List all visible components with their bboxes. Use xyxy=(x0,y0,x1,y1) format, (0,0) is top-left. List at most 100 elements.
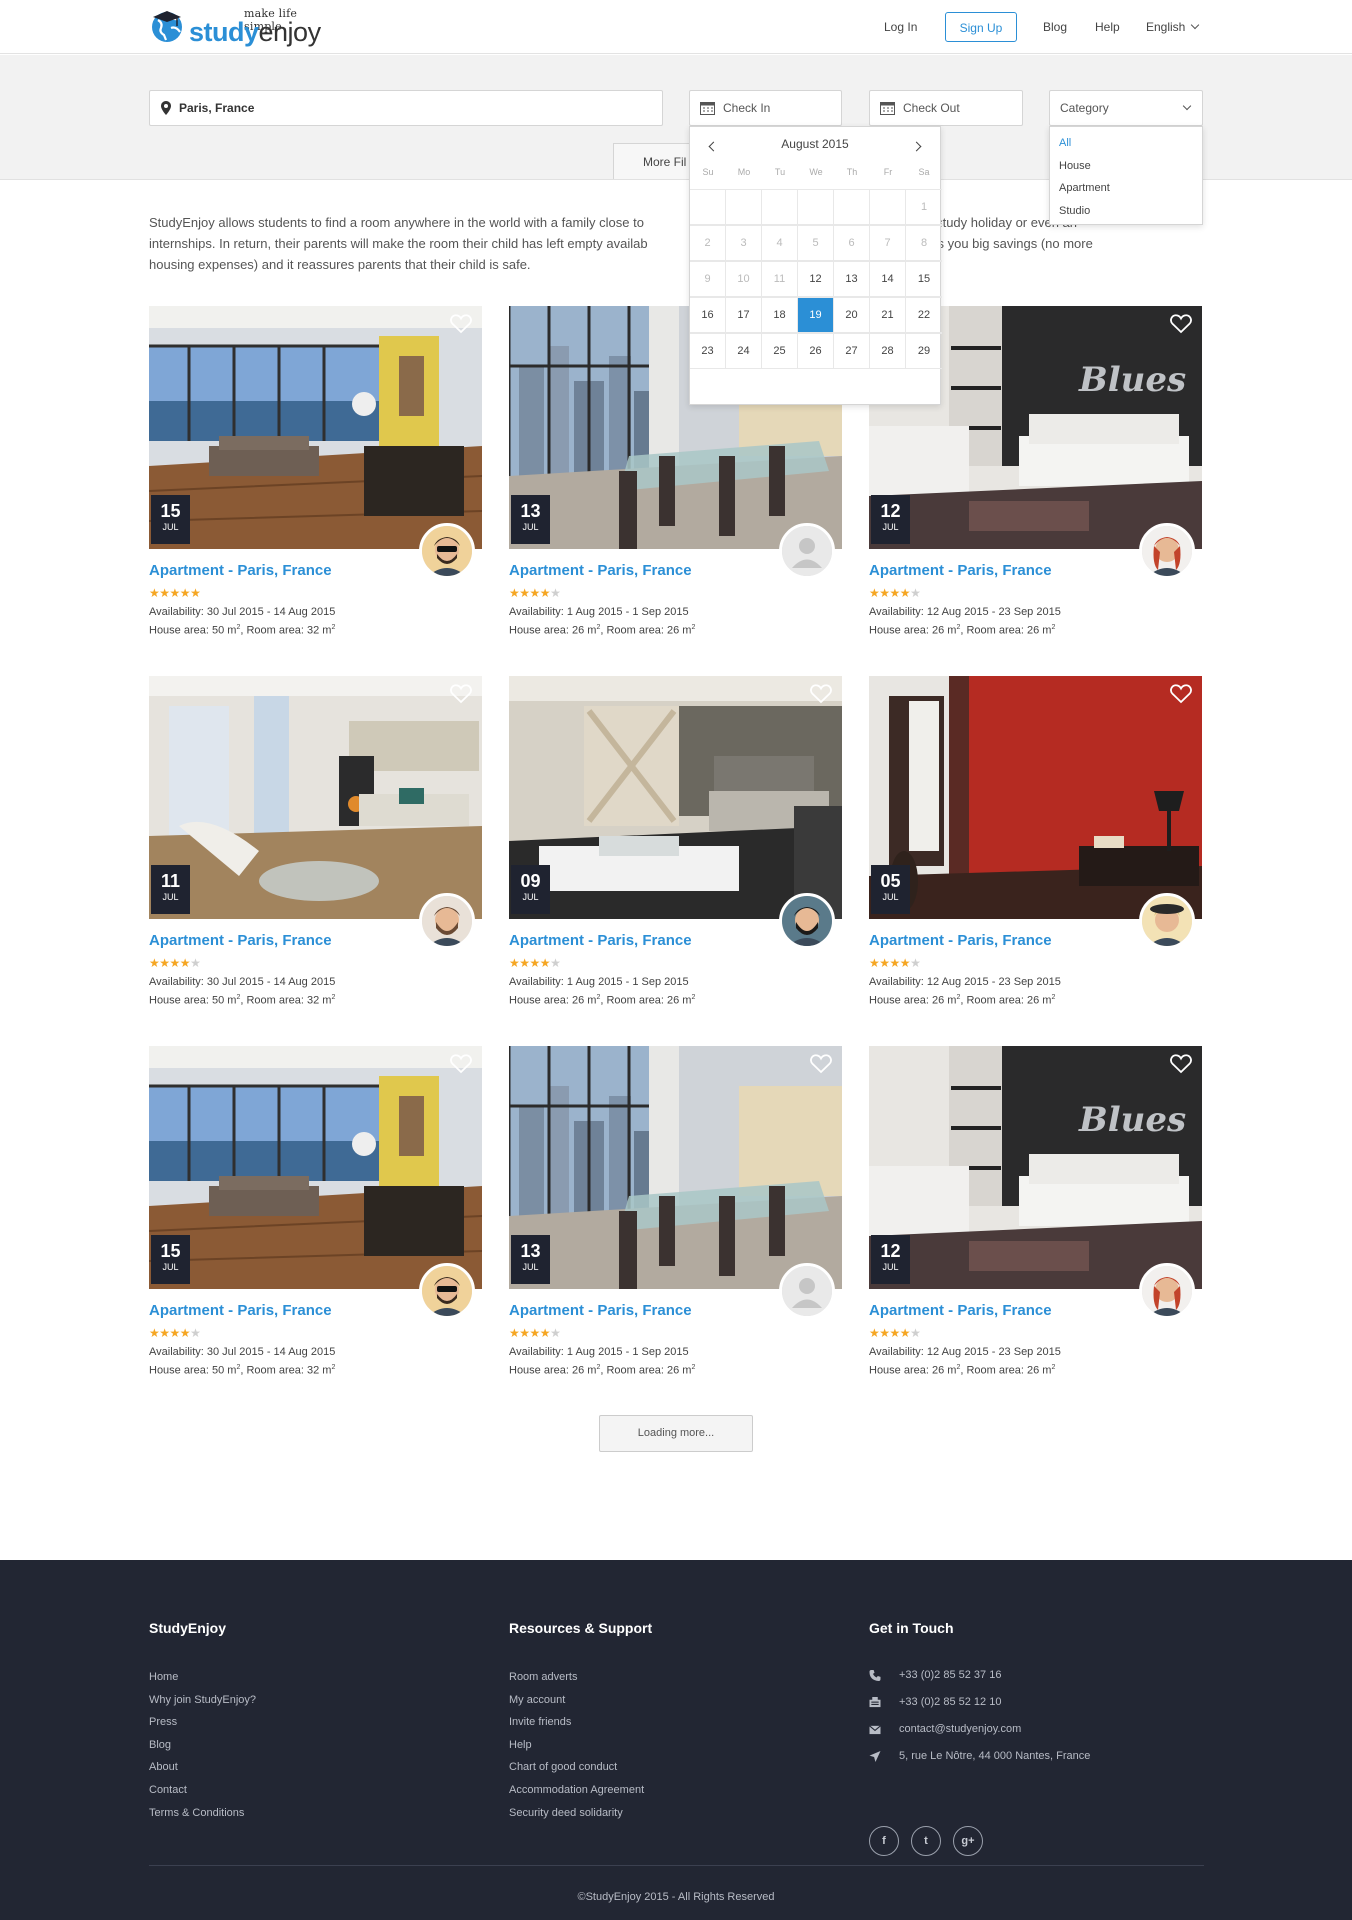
listing-photo[interactable]: Blues xyxy=(869,1046,1202,1289)
listing-photo[interactable] xyxy=(509,1046,842,1289)
calendar-day[interactable]: 27 xyxy=(834,333,870,369)
footer-email[interactable]: contact@studyenjoy.com xyxy=(869,1716,1204,1743)
calendar-day[interactable]: 20 xyxy=(834,297,870,333)
listing-title[interactable]: Apartment - Paris, France xyxy=(149,1302,332,1319)
listing-photo[interactable] xyxy=(509,676,842,919)
category-option-studio[interactable]: Studio xyxy=(1050,200,1202,223)
date-month: JUL xyxy=(882,522,899,532)
footer-link[interactable]: Accommodation Agreement xyxy=(509,1779,652,1802)
date-day: 15 xyxy=(160,501,181,521)
host-avatar[interactable] xyxy=(1139,523,1195,579)
host-avatar[interactable] xyxy=(419,1263,475,1319)
google-plus-icon[interactable]: g+ xyxy=(953,1826,983,1856)
signup-button[interactable]: Sign Up xyxy=(945,12,1017,42)
load-more-button[interactable]: Loading more... xyxy=(599,1415,753,1452)
blog-link[interactable]: Blog xyxy=(1043,12,1067,42)
host-avatar[interactable] xyxy=(779,893,835,949)
listing-title[interactable]: Apartment - Paris, France xyxy=(869,562,1052,579)
login-link[interactable]: Log In xyxy=(884,12,917,42)
footer-link[interactable]: Press xyxy=(149,1711,256,1734)
heart-icon[interactable] xyxy=(810,684,832,704)
twitter-icon[interactable]: t xyxy=(911,1826,941,1856)
calendar-day[interactable]: 16 xyxy=(690,297,726,333)
calendar-day[interactable]: 15 xyxy=(906,261,942,297)
heart-icon[interactable] xyxy=(810,1054,832,1074)
footer-link[interactable]: Room adverts xyxy=(509,1666,652,1689)
listing-card[interactable]: 15 JUL Apartment - Paris, France ★★★★★ A… xyxy=(149,306,482,651)
footer-link[interactable]: Chart of good conduct xyxy=(509,1756,652,1779)
listing-photo[interactable] xyxy=(149,306,482,549)
footer-address: 5, rue Le Nôtre, 44 000 Nantes, France xyxy=(869,1743,1204,1770)
heart-icon[interactable] xyxy=(1170,1054,1192,1074)
listing-card[interactable]: 09 JUL Apartment - Paris, France ★★★★★ A… xyxy=(509,676,842,1021)
footer-link[interactable]: Blog xyxy=(149,1734,256,1757)
footer-link[interactable]: Security deed solidarity xyxy=(509,1802,652,1825)
listing-title[interactable]: Apartment - Paris, France xyxy=(509,562,692,579)
host-avatar[interactable] xyxy=(779,1263,835,1319)
calendar-day[interactable]: 12 xyxy=(798,261,834,297)
heart-icon[interactable] xyxy=(1170,684,1192,704)
listing-card[interactable]: Blues 12 JUL Apartment - Paris, France ★… xyxy=(869,1046,1202,1391)
star-icon: ★ xyxy=(519,586,530,600)
calendar-day[interactable]: 13 xyxy=(834,261,870,297)
calendar-day[interactable]: 26 xyxy=(798,333,834,369)
footer-link[interactable]: Why join StudyEnjoy? xyxy=(149,1689,256,1712)
category-option-house[interactable]: House xyxy=(1050,155,1202,178)
category-option-apartment[interactable]: Apartment xyxy=(1050,177,1202,200)
calendar-day[interactable]: 24 xyxy=(726,333,762,369)
footer-link[interactable]: My account xyxy=(509,1689,652,1712)
calendar-day[interactable]: 17 xyxy=(726,297,762,333)
calendar-day[interactable]: 22 xyxy=(906,297,942,333)
checkin-input[interactable]: Check In xyxy=(689,90,842,126)
calendar-day[interactable]: 21 xyxy=(870,297,906,333)
footer-link[interactable]: Terms & Conditions xyxy=(149,1802,256,1825)
calendar-day[interactable]: 25 xyxy=(762,333,798,369)
listing-card[interactable]: 11 JUL Apartment - Paris, France ★★★★★ A… xyxy=(149,676,482,1021)
calendar-day-selected[interactable]: 19 xyxy=(798,297,834,333)
logo[interactable]: make life simple studyenjoy xyxy=(149,6,329,48)
calendar-day[interactable]: 14 xyxy=(870,261,906,297)
location-input[interactable]: Paris, France xyxy=(149,90,663,126)
heart-icon[interactable] xyxy=(450,684,472,704)
host-avatar[interactable] xyxy=(779,523,835,579)
footer-link[interactable]: Contact xyxy=(149,1779,256,1802)
heart-icon[interactable] xyxy=(450,1054,472,1074)
footer-link[interactable]: Help xyxy=(509,1734,652,1757)
listing-card[interactable]: 05 JUL Apartment - Paris, France ★★★★★ A… xyxy=(869,676,1202,1021)
listing-title[interactable]: Apartment - Paris, France xyxy=(509,932,692,949)
listing-title[interactable]: Apartment - Paris, France xyxy=(149,562,332,579)
listing-card[interactable]: 13 JUL Apartment - Paris, France ★★★★★ A… xyxy=(509,1046,842,1391)
host-avatar[interactable] xyxy=(419,893,475,949)
calendar-day[interactable]: 18 xyxy=(762,297,798,333)
footer-link[interactable]: Home xyxy=(149,1666,256,1689)
host-avatar[interactable] xyxy=(1139,1263,1195,1319)
listing-card[interactable]: 15 JUL Apartment - Paris, France ★★★★★ A… xyxy=(149,1046,482,1391)
star-icon: ★ xyxy=(899,1326,911,1340)
category-option-all[interactable]: All xyxy=(1050,132,1202,155)
listing-title[interactable]: Apartment - Paris, France xyxy=(869,932,1052,949)
listing-title[interactable]: Apartment - Paris, France xyxy=(149,932,332,949)
host-avatar[interactable] xyxy=(1139,893,1195,949)
listing-title[interactable]: Apartment - Paris, France xyxy=(509,1302,692,1319)
calendar-day[interactable]: 28 xyxy=(870,333,906,369)
help-link[interactable]: Help xyxy=(1095,12,1120,42)
listing-photo[interactable] xyxy=(149,676,482,919)
star-icon: ★ xyxy=(889,956,901,970)
footer-phone[interactable]: +33 (0)2 85 52 37 16 xyxy=(869,1662,1204,1689)
language-selector[interactable]: English xyxy=(1146,12,1200,42)
calendar-day[interactable]: 23 xyxy=(690,333,726,369)
calendar-day[interactable]: 29 xyxy=(906,333,942,369)
facebook-icon[interactable]: f xyxy=(869,1826,899,1856)
heart-icon[interactable] xyxy=(450,314,472,334)
footer-link[interactable]: About xyxy=(149,1756,256,1779)
listing-title[interactable]: Apartment - Paris, France xyxy=(869,1302,1052,1319)
rating-stars: ★★★★★ xyxy=(869,1326,921,1340)
listing-photo[interactable] xyxy=(149,1046,482,1289)
category-select[interactable]: Category xyxy=(1049,90,1203,126)
listing-photo[interactable] xyxy=(869,676,1202,919)
footer-fax[interactable]: +33 (0)2 85 52 12 10 xyxy=(869,1689,1204,1716)
footer-link[interactable]: Invite friends xyxy=(509,1711,652,1734)
heart-icon[interactable] xyxy=(1170,314,1192,334)
host-avatar[interactable] xyxy=(419,523,475,579)
checkout-input[interactable]: Check Out xyxy=(869,90,1023,126)
